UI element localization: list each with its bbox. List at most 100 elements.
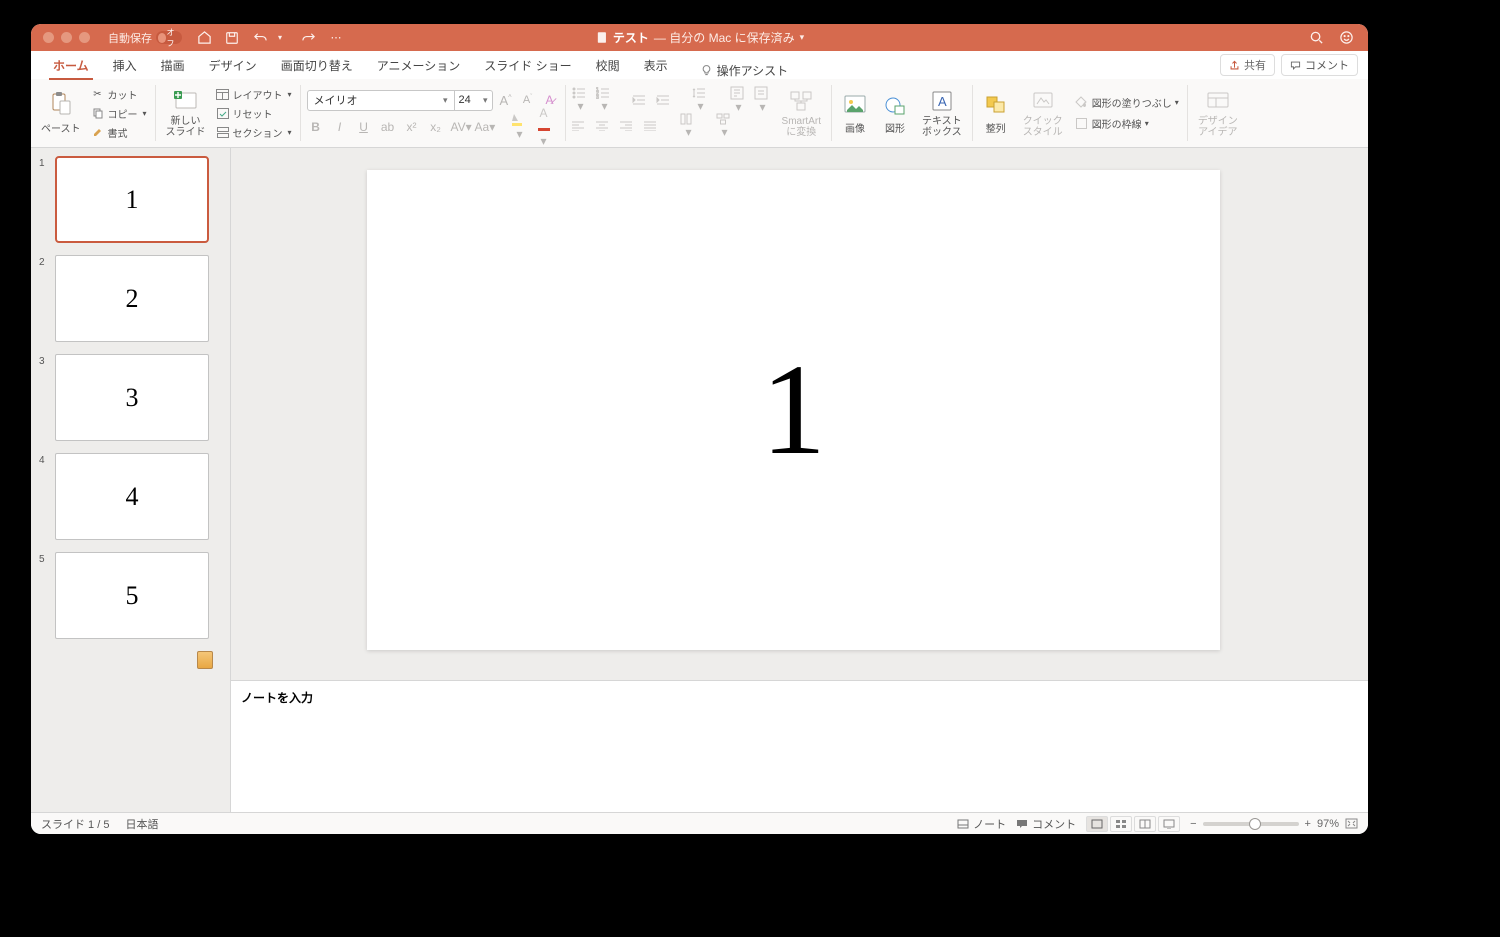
section-label: セクション [233,125,283,140]
slide-counter[interactable]: スライド 1 / 5 [41,816,109,832]
reading-view-button[interactable] [1134,816,1156,832]
slideshow-view-button[interactable] [1158,816,1180,832]
font-highlight-button[interactable]: ▾ [511,113,529,141]
slide-thumb-3[interactable]: 3 [55,354,209,441]
underline-button[interactable]: U [355,120,373,134]
layout-button[interactable]: レイアウト▾ [214,86,294,103]
new-slide-icon [173,88,199,114]
slide-thumb-4[interactable]: 4 [55,453,209,540]
bullets-button[interactable]: ▾ [572,87,590,113]
new-slide-button[interactable]: 新しい スライド [162,86,210,140]
search-icon[interactable] [1308,30,1324,46]
comments-toggle[interactable]: コメント [1016,816,1076,832]
highlight-button[interactable]: AV▾ [451,120,469,134]
normal-view-button[interactable] [1086,816,1108,832]
tab-view[interactable]: 表示 [632,52,680,79]
powerpoint-window: 自動保存 オフ ▾ ⋯ テスト — 自分の Mac に保存済み ▾ ホーム 挿入… [31,24,1368,834]
slide-thumb-2[interactable]: 2 [55,255,209,342]
align-text-button[interactable]: ▾ [754,86,772,114]
reset-icon [216,106,230,120]
shapes-button[interactable]: 図形 [878,90,912,137]
quick-styles-button[interactable]: クイック スタイル [1019,86,1067,140]
convert-smartart-button[interactable]: ▾ [716,113,734,139]
font-name-combo[interactable]: メイリオ [307,90,455,111]
emoji-icon[interactable] [1338,30,1354,46]
line-spacing-button[interactable]: ▾ [692,87,710,113]
bold-button[interactable]: B [307,120,325,134]
zoom-window-button[interactable] [79,32,90,43]
change-case-button[interactable]: Aa▾ [475,120,493,134]
home-icon[interactable] [196,30,212,46]
svg-text:3: 3 [596,95,599,99]
zoom-slider[interactable] [1203,822,1299,826]
paste-options-indicator[interactable] [197,651,213,669]
tell-me-button[interactable]: 操作アシスト [700,62,789,79]
smartart-convert-button[interactable]: SmartArt に変換 [778,86,825,140]
language-indicator[interactable]: 日本語 [125,816,158,832]
tab-review[interactable]: 校閲 [584,52,632,79]
tab-design[interactable]: デザイン [197,52,269,79]
share-button[interactable]: 共有 [1220,54,1275,76]
columns-button[interactable]: ▾ [680,113,698,139]
align-center-button[interactable] [596,121,614,131]
subscript-button[interactable]: x₂ [427,120,445,134]
text-direction-button[interactable]: ▾ [730,86,748,114]
undo-icon[interactable] [252,30,268,46]
statusbar: スライド 1 / 5 日本語 ノート コメント − + 97% [31,812,1368,834]
slide-thumb-5[interactable]: 5 [55,552,209,639]
close-window-button[interactable] [43,32,54,43]
brush-icon [91,125,105,139]
decrease-font-button[interactable]: Aˇ [519,94,537,106]
arrange-button[interactable]: 整列 [979,90,1013,137]
minimize-window-button[interactable] [61,32,72,43]
slide-thumb-1[interactable]: 1 [55,156,209,243]
tab-transitions[interactable]: 画面切り替え [269,52,365,79]
superscript-button[interactable]: x² [403,120,421,134]
slide-canvas-area[interactable]: 1 CommandButton [231,148,1368,680]
decrease-indent-button[interactable] [632,94,650,106]
copy-button[interactable]: コピー▾ [89,105,149,122]
comments-button[interactable]: コメント [1281,54,1358,76]
strikethrough-button[interactable]: ab [379,120,397,134]
tab-slideshow[interactable]: スライド ショー [472,52,583,79]
zoom-percentage[interactable]: 97% [1317,818,1339,830]
increase-indent-button[interactable] [656,94,674,106]
italic-button[interactable]: I [331,120,349,134]
numbering-button[interactable]: 123▾ [596,87,614,113]
font-size-combo[interactable]: 24 [455,90,493,111]
picture-button[interactable]: 画像 [838,90,872,137]
textbox-button[interactable]: A テキスト ボックス [918,86,966,140]
section-button[interactable]: セクション▾ [214,124,294,141]
justify-button[interactable] [644,121,662,131]
design-ideas-button[interactable]: デザイン アイデア [1194,86,1242,140]
align-left-button[interactable] [572,121,590,131]
fit-to-window-button[interactable] [1345,818,1358,829]
zoom-in-button[interactable]: + [1305,818,1311,830]
align-right-button[interactable] [620,121,638,131]
tab-animations[interactable]: アニメーション [365,52,473,79]
format-painter-button[interactable]: 書式 [89,124,149,141]
shape-fill-button[interactable]: 図形の塗りつぶし▾ [1073,94,1181,111]
increase-font-button[interactable]: A^ [497,93,515,108]
reset-button[interactable]: リセット [214,105,294,122]
comment-icon [1016,819,1028,829]
tab-draw[interactable]: 描画 [149,52,197,79]
slide-thumbnail-panel[interactable]: 11 22 33 44 55 [31,148,231,812]
font-color-button[interactable]: A▾ [535,106,553,148]
notes-pane[interactable]: ノートを入力 [231,680,1368,812]
redo-icon[interactable] [300,30,316,46]
autosave-toggle[interactable]: 自動保存 オフ [108,30,182,46]
paste-button[interactable]: ペースト [37,90,85,137]
tab-insert[interactable]: 挿入 [101,52,149,79]
shape-outline-button[interactable]: 図形の枠線▾ [1073,115,1181,132]
notes-toggle[interactable]: ノート [957,816,1006,832]
zoom-out-button[interactable]: − [1190,818,1196,830]
undo-dropdown-icon[interactable]: ▾ [272,30,288,46]
cut-button[interactable]: ✂カット [89,86,149,103]
slide-sorter-view-button[interactable] [1110,816,1132,832]
save-icon[interactable] [224,30,240,46]
picture-label: 画像 [845,120,865,135]
tab-home[interactable]: ホーム [41,52,101,79]
more-icon[interactable]: ⋯ [328,30,344,46]
slide-canvas[interactable]: 1 [367,170,1220,650]
